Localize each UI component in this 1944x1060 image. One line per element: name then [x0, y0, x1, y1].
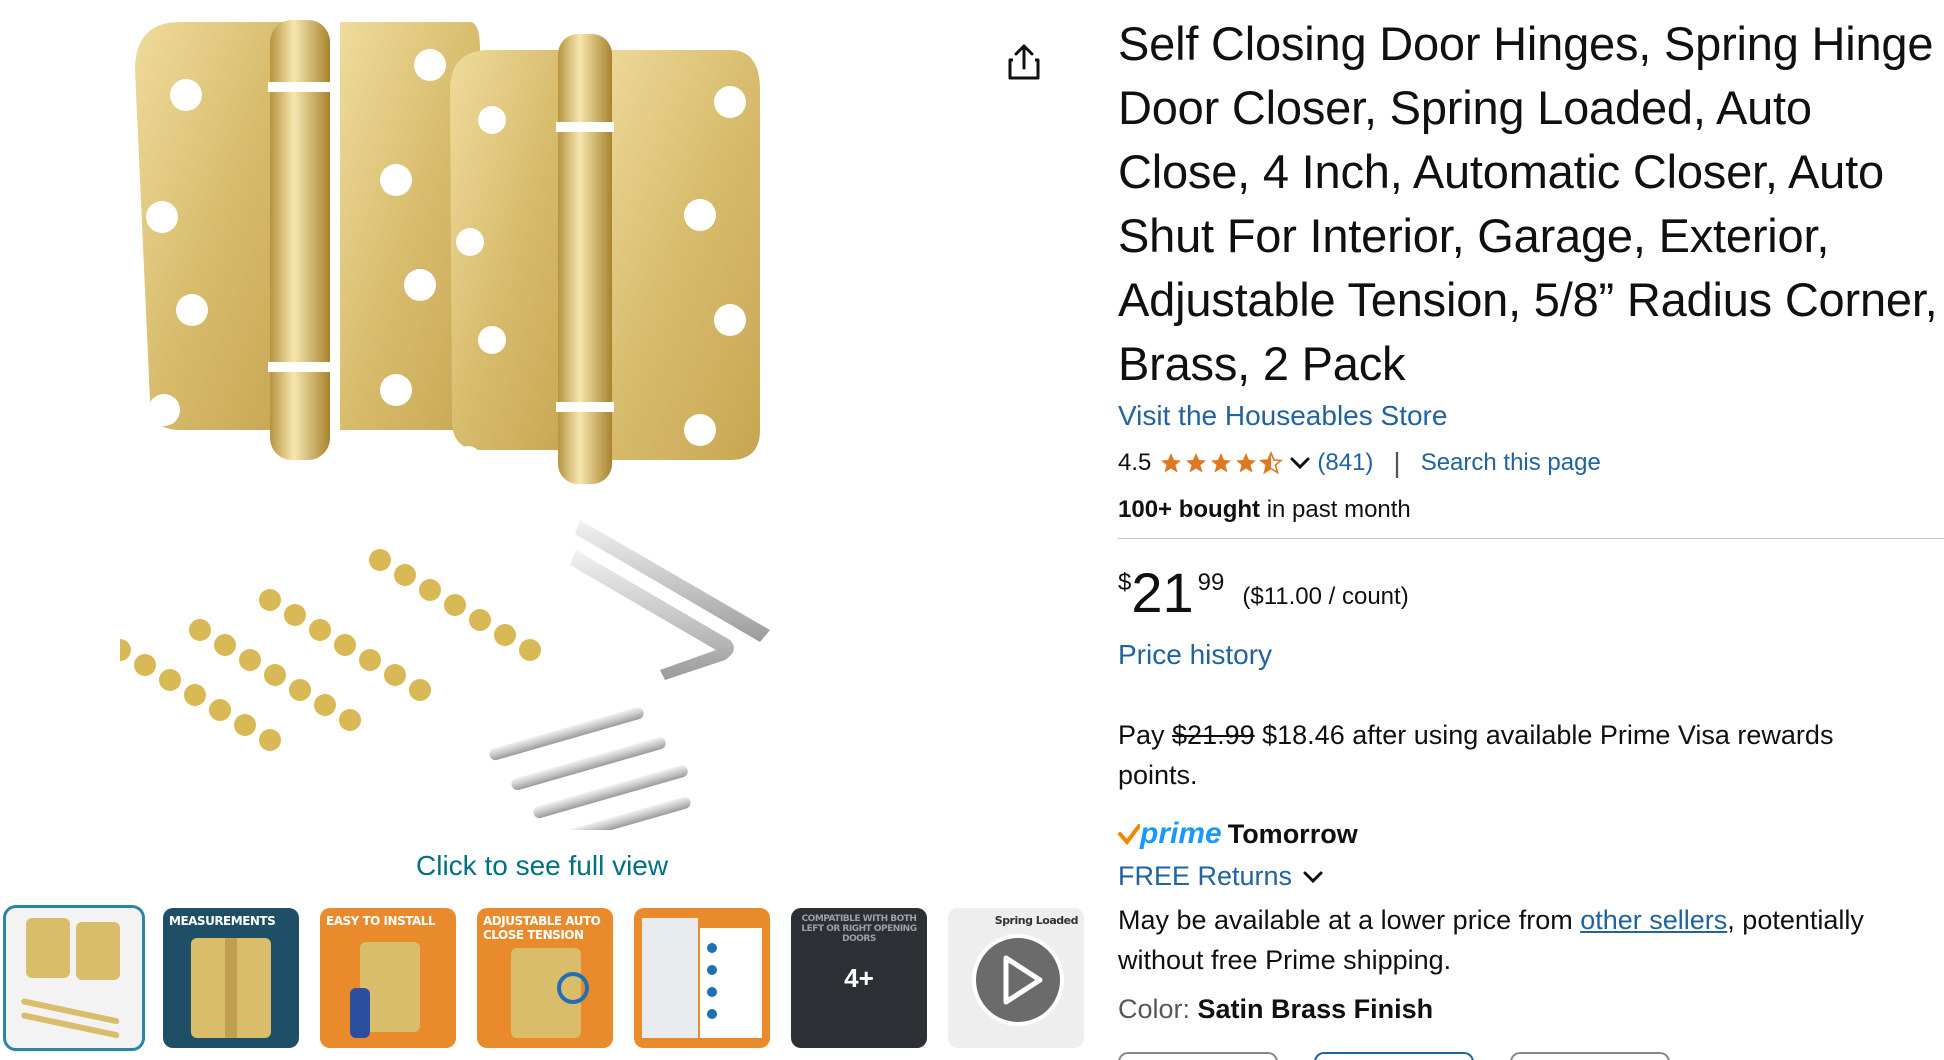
price-whole: 21 — [1131, 561, 1194, 624]
thumbnail-strip: MEASUREMENTS EASY TO INSTALL ADJUSTABLE … — [3, 905, 1084, 1052]
bought-count: 100+ bought in past month — [1118, 496, 1938, 524]
color-swatch[interactable] — [1510, 1052, 1670, 1060]
price-fraction: 99 — [1197, 569, 1225, 596]
image-gallery: Click to see full view MEASUREMENTS EASY… — [0, 0, 1090, 1060]
thumbnail-2[interactable]: MEASUREMENTS — [163, 908, 299, 1048]
thumbnail-3[interactable]: EASY TO INSTALL — [320, 908, 456, 1048]
price-symbol: $ — [1118, 569, 1132, 596]
chevron-down-icon[interactable] — [1289, 456, 1311, 470]
chevron-down-icon — [1303, 871, 1323, 883]
hinge-1-illustration — [135, 20, 480, 460]
star-icon — [1211, 453, 1232, 473]
rating-count-link[interactable]: (841) — [1317, 449, 1373, 477]
product-info: Self Closing Door Hinges, Spring Hinge D… — [1118, 12, 1944, 1025]
pay-prefix: Pay — [1118, 720, 1173, 750]
divider — [1118, 538, 1944, 539]
tools-illustration — [489, 520, 770, 845]
unit-price: ($11.00 / count) — [1242, 583, 1409, 610]
prime-check-icon — [1118, 824, 1140, 845]
main-product-image[interactable] — [109, 10, 980, 845]
color-selection: Color: Satin Brass Finish — [1118, 994, 1938, 1025]
star-rating[interactable] — [1159, 451, 1284, 475]
thumbnail-1[interactable] — [3, 905, 145, 1051]
share-icon — [1008, 44, 1040, 80]
thumbnail-5[interactable] — [634, 908, 770, 1048]
star-icon — [1186, 453, 1207, 473]
share-button[interactable] — [1002, 40, 1046, 84]
other-sellers-link[interactable]: other sellers — [1580, 905, 1727, 935]
color-label: Color: — [1118, 994, 1198, 1024]
bought-bold: 100+ bought — [1118, 496, 1261, 523]
color-value: Satin Brass Finish — [1197, 994, 1434, 1024]
thumbnail-video[interactable]: Spring Loaded — [948, 908, 1084, 1048]
color-swatch-selected[interactable] — [1314, 1052, 1474, 1060]
rating-row: 4.5 (841) | Search this page — [1118, 446, 1938, 480]
separator: | — [1393, 447, 1401, 478]
delivery-day: Tomorrow — [1227, 818, 1358, 849]
screws-illustration — [109, 549, 541, 751]
free-returns-label: FREE Returns — [1118, 861, 1293, 891]
product-title: Self Closing Door Hinges, Spring Hinge D… — [1118, 17, 1938, 390]
color-swatch[interactable] — [1118, 1052, 1278, 1060]
price-history-link[interactable]: Price history — [1118, 639, 1272, 671]
half-star-icon — [1259, 451, 1284, 475]
lower-price-prefix: May be available at a lower price from — [1118, 905, 1581, 935]
play-icon — [972, 934, 1064, 1026]
prime-logo: prime — [1140, 817, 1222, 850]
old-price: $21.99 — [1172, 720, 1255, 750]
hinge-2-illustration — [450, 34, 760, 484]
star-icon — [1236, 453, 1257, 473]
search-page-link[interactable]: Search this page — [1421, 449, 1601, 477]
color-swatches — [1118, 1052, 1670, 1060]
prime-visa-offer: Pay $21.99 $18.46 after using available … — [1118, 715, 1918, 795]
star-icon — [1161, 453, 1182, 473]
free-returns[interactable]: FREE Returns — [1118, 861, 1938, 892]
bought-rest: in past month — [1260, 496, 1411, 523]
thumbnail-4[interactable]: ADJUSTABLE AUTO CLOSE TENSION — [477, 908, 613, 1048]
thumbnail-6[interactable]: COMPATIBLE WITH BOTH LEFT OR RIGHT OPENI… — [791, 908, 927, 1048]
more-images-count: 4+ — [844, 962, 874, 993]
lower-price-notice: May be available at a lower price from o… — [1118, 900, 1918, 980]
full-view-link[interactable]: Click to see full view — [416, 850, 668, 882]
price: $ 21 99 ($11.00 / count) — [1118, 561, 1938, 625]
prime-delivery: prime Tomorrow — [1118, 817, 1938, 851]
rating-value: 4.5 — [1118, 449, 1152, 476]
store-link[interactable]: Visit the Houseables Store — [1118, 400, 1447, 432]
